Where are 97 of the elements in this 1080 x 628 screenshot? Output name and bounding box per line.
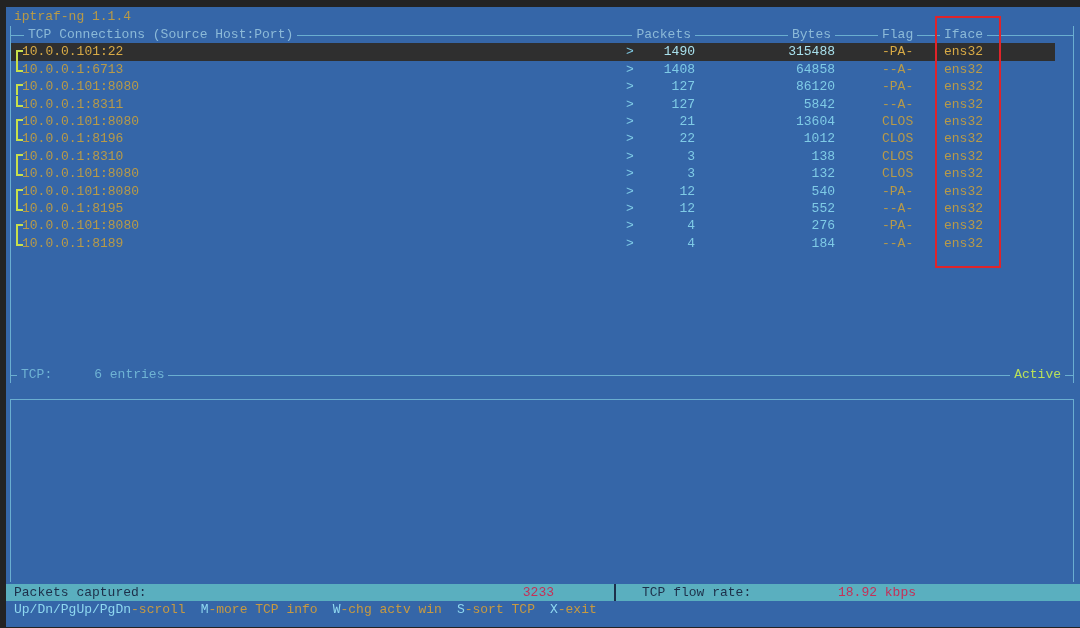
flags-value: CLOS: [882, 166, 914, 182]
byte-count: 276: [811, 217, 835, 235]
flags-value: -PA-: [882, 183, 914, 199]
packet-total: 3233: [521, 583, 554, 602]
interface-name: ens32: [944, 166, 983, 182]
host-port: 10.0.0.1:8195: [22, 199, 124, 218]
byte-count: 64858: [796, 60, 835, 79]
direction-mark: >: [625, 112, 634, 131]
connection-row[interactable]: 10.0.0.1:8189 > 4 184 --A- ens32: [11, 234, 1073, 253]
flags-value: -PA-: [882, 218, 914, 234]
byte-count: 5842: [803, 95, 835, 114]
direction-mark: >: [625, 60, 634, 79]
key-hint: Up/Dn/PgUp/PgDn-scroll: [14, 601, 186, 618]
host-port: 10.0.0.1:6713: [22, 60, 124, 79]
packet-count: 21: [679, 112, 695, 131]
direction-mark: >: [625, 78, 634, 96]
column-header: Flag: [878, 27, 918, 42]
flags-value: --A-: [882, 96, 914, 112]
byte-count: 552: [811, 199, 835, 218]
direction-mark: >: [625, 43, 634, 61]
byte-count: 1012: [803, 130, 835, 149]
byte-count: 86120: [796, 78, 835, 96]
interface-name: ens32: [944, 61, 983, 77]
packet-count: 22: [679, 130, 695, 149]
byte-count: 132: [811, 165, 835, 184]
packet-count: 127: [671, 95, 695, 114]
packet-count: 127: [671, 78, 695, 96]
key-hint: M-more TCP info: [200, 601, 318, 618]
host-port: 10.0.0.101:8080: [22, 78, 140, 96]
flags-value: CLOS: [882, 113, 914, 129]
interface-name: ens32: [944, 200, 983, 216]
flow-rate: 18.92 kbps: [838, 583, 916, 602]
window-title: iptraf-ng 1.1.4: [13, 8, 132, 25]
connection-row[interactable]: 10.0.0.1:8196 > 22 1012 CLOS ens32: [11, 130, 1073, 148]
packet-count: 4: [687, 234, 695, 253]
interface-name: ens32: [944, 113, 983, 129]
column-header: Bytes: [788, 26, 835, 44]
interface-name: ens32: [944, 79, 983, 95]
host-port: 10.0.0.1:8311: [22, 95, 124, 114]
direction-mark: >: [625, 217, 634, 235]
direction-mark: >: [625, 199, 634, 218]
flags-value: --A-: [882, 200, 914, 216]
connection-row[interactable]: 10.0.0.101:22 > 1490 315488 -PA- ens32: [11, 43, 1055, 61]
host-port: 10.0.0.101:8080: [22, 182, 140, 200]
packet-count: 3: [687, 165, 695, 184]
byte-count: 184: [811, 234, 835, 253]
direction-mark: >: [625, 182, 634, 200]
connection-row[interactable]: 10.0.0.101:8080 > 127 86120 -PA- ens32: [11, 78, 1073, 96]
flags-value: -PA-: [882, 79, 914, 95]
flags-value: --A-: [882, 61, 914, 77]
interface-name: ens32: [944, 235, 983, 251]
host-port: 10.0.0.101:22: [22, 43, 124, 61]
interface-name: ens32: [944, 44, 983, 60]
host-port: 10.0.0.101:8080: [22, 217, 140, 235]
connection-row[interactable]: 10.0.0.101:8080 > 21 13604 CLOS ens32: [11, 112, 1073, 131]
packet-count: 12: [679, 199, 695, 218]
byte-count: 315488: [788, 43, 835, 61]
connection-row[interactable]: 10.0.0.101:8080 > 3 132 CLOS ens32: [11, 165, 1073, 183]
byte-count: 13604: [796, 112, 835, 131]
key-hint: W-chg actv win: [332, 601, 442, 618]
connection-row[interactable]: 10.0.0.1:8195 > 12 552 --A- ens32: [11, 199, 1073, 218]
interface-name: ens32: [944, 218, 983, 234]
interface-name: ens32: [944, 148, 983, 164]
byte-count: 138: [811, 147, 835, 166]
direction-mark: >: [625, 130, 634, 149]
packet-count: 3: [687, 147, 695, 166]
connection-row[interactable]: 10.0.0.1:8311 > 127 5842 --A- ens32: [11, 95, 1073, 113]
interface-name: ens32: [944, 96, 983, 112]
packet-count: 4: [687, 217, 695, 235]
direction-mark: >: [625, 234, 634, 253]
connection-row[interactable]: 10.0.0.101:8080 > 12 540 -PA- ens32: [11, 182, 1073, 200]
direction-mark: >: [625, 95, 634, 114]
connection-row[interactable]: 10.0.0.1:8310 > 3 138 CLOS ens32: [11, 147, 1073, 166]
packet-count: 1490: [663, 43, 695, 61]
packet-count: 12: [679, 182, 695, 200]
host-port: 10.0.0.1:8196: [22, 130, 124, 149]
host-port: 10.0.0.101:8080: [22, 112, 140, 131]
key-hint: S-sort TCP: [456, 601, 535, 618]
status-label: TCP flow rate:: [614, 583, 838, 602]
direction-mark: >: [625, 165, 634, 184]
host-port: 10.0.0.1:8189: [22, 234, 124, 253]
connection-row[interactable]: 10.0.0.101:8080 > 4 276 -PA- ens32: [11, 217, 1073, 235]
status-label: Packets captured:: [14, 583, 148, 602]
flags-value: CLOS: [882, 131, 914, 147]
flags-value: CLOS: [882, 148, 914, 164]
connection-row[interactable]: 10.0.0.1:6713 > 1408 64858 --A- ens32: [11, 60, 1073, 79]
interface-name: ens32: [944, 183, 983, 199]
interface-name: ens32: [944, 131, 983, 147]
key-hint: X-exit: [549, 601, 597, 618]
host-port: 10.0.0.101:8080: [22, 165, 140, 184]
column-header: TCP Connections (Source Host:Port): [24, 26, 298, 44]
flags-value: -PA-: [882, 44, 914, 60]
flags-value: --A-: [882, 235, 914, 251]
host-port: 10.0.0.1:8310: [22, 147, 124, 166]
byte-count: 540: [811, 182, 835, 200]
direction-mark: >: [625, 147, 634, 166]
packet-count: 1408: [663, 60, 695, 79]
